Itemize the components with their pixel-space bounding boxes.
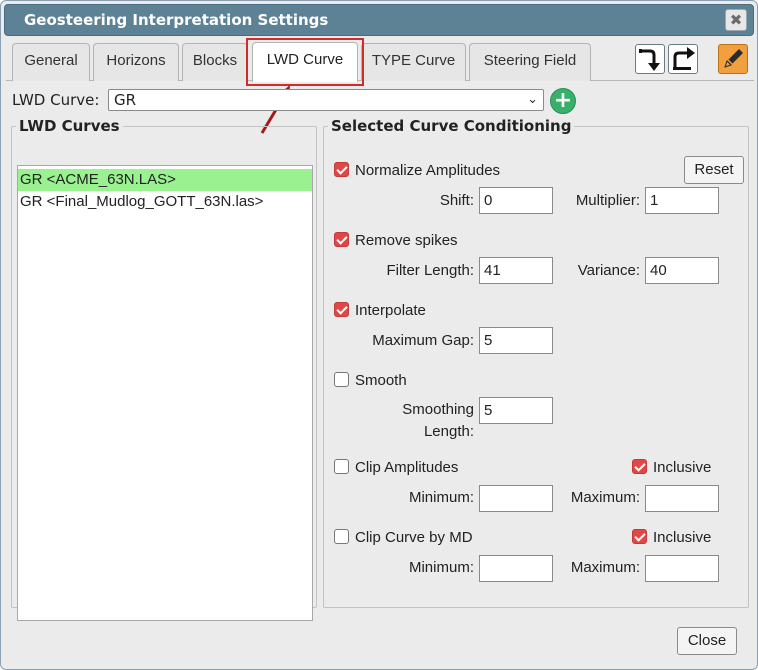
clip-amplitudes-min-label: Minimum: bbox=[408, 489, 474, 506]
close-icon[interactable]: ✖ bbox=[725, 9, 747, 31]
clip-md-inclusive-checkbox[interactable] bbox=[632, 529, 647, 544]
export-icon[interactable] bbox=[668, 44, 698, 74]
tab-type-curve[interactable]: TYPE Curve bbox=[361, 43, 466, 81]
reset-button[interactable]: Reset bbox=[684, 156, 744, 184]
filter-length-input[interactable]: 41 bbox=[479, 257, 553, 284]
smoothing-length-input[interactable]: 5 bbox=[479, 397, 553, 424]
clip-amplitudes-checkbox[interactable] bbox=[334, 459, 349, 474]
lwd-curve-select-value: GR bbox=[114, 91, 137, 109]
multiplier-label: Multiplier: bbox=[575, 192, 640, 209]
chevron-down-icon: ⌄ bbox=[527, 92, 538, 107]
clip-amplitudes-min-input[interactable] bbox=[479, 485, 553, 512]
smooth-label: Smooth bbox=[355, 372, 407, 389]
clip-amplitudes-label: Clip Amplitudes bbox=[355, 459, 459, 476]
variance-label: Variance: bbox=[577, 262, 640, 279]
clip-amplitudes-max-label: Maximum: bbox=[570, 489, 640, 506]
clip-md-label: Clip Curve by MD bbox=[355, 529, 473, 546]
annotation-highlight-box bbox=[246, 38, 364, 86]
shift-input[interactable]: 0 bbox=[479, 187, 553, 214]
smoothing-length-label-line1: Smoothing bbox=[402, 401, 474, 418]
conditioning-legend: Selected Curve Conditioning bbox=[331, 117, 572, 135]
variance-input[interactable]: 40 bbox=[645, 257, 719, 284]
remove-spikes-checkbox[interactable] bbox=[334, 232, 349, 247]
clip-md-min-input[interactable] bbox=[479, 555, 553, 582]
lwd-curves-legend: LWD Curves bbox=[19, 117, 120, 135]
remove-spikes-label: Remove spikes bbox=[355, 232, 458, 249]
max-gap-label: Maximum Gap: bbox=[372, 332, 474, 349]
normalize-label: Normalize Amplitudes bbox=[355, 162, 501, 179]
tab-steering-field[interactable]: Steering Field bbox=[469, 43, 591, 81]
lwd-curve-label: LWD Curve: bbox=[12, 91, 100, 109]
clip-md-max-label: Maximum: bbox=[570, 559, 640, 576]
clip-amplitudes-inclusive-label: Inclusive bbox=[653, 459, 712, 476]
interpolate-label: Interpolate bbox=[355, 302, 426, 319]
list-item[interactable]: GR <ACME_63N.LAS> bbox=[18, 169, 312, 191]
tab-general[interactable]: General bbox=[12, 43, 90, 81]
title-bar[interactable]: Geosteering Interpretation Settings ✖ bbox=[4, 4, 754, 36]
lwd-curve-select[interactable]: GR ⌄ bbox=[108, 89, 544, 111]
normalize-checkbox[interactable] bbox=[334, 162, 349, 177]
interpolate-checkbox[interactable] bbox=[334, 302, 349, 317]
edit-icon[interactable] bbox=[718, 44, 748, 74]
clip-md-checkbox[interactable] bbox=[334, 529, 349, 544]
smooth-checkbox[interactable] bbox=[334, 372, 349, 387]
lwd-curves-group: LWD Curves GR <ACME_63N.LAS> GR <Final_M… bbox=[11, 117, 317, 621]
list-item[interactable]: GR <Final_Mudlog_GOTT_63N.las> bbox=[18, 191, 312, 213]
smoothing-length-label-line2: Length: bbox=[423, 423, 474, 440]
settings-dialog: Geosteering Interpretation Settings ✖ Ge… bbox=[0, 0, 758, 670]
filter-length-label: Filter Length: bbox=[386, 262, 474, 279]
tab-horizons[interactable]: Horizons bbox=[93, 43, 179, 81]
multiplier-input[interactable]: 1 bbox=[645, 187, 719, 214]
shift-label: Shift: bbox=[439, 192, 474, 209]
close-button[interactable]: Close bbox=[677, 627, 737, 655]
clip-md-max-input[interactable] bbox=[645, 555, 719, 582]
lwd-curves-list[interactable]: GR <ACME_63N.LAS> GR <Final_Mudlog_GOTT_… bbox=[17, 165, 313, 621]
import-icon[interactable] bbox=[635, 44, 665, 74]
clip-amplitudes-max-input[interactable] bbox=[645, 485, 719, 512]
clip-md-inclusive-label: Inclusive bbox=[653, 529, 712, 546]
add-curve-button[interactable]: + bbox=[550, 88, 576, 114]
clip-md-min-label: Minimum: bbox=[408, 559, 474, 576]
clip-amplitudes-inclusive-checkbox[interactable] bbox=[632, 459, 647, 474]
max-gap-input[interactable]: 5 bbox=[479, 327, 553, 354]
window-title: Geosteering Interpretation Settings bbox=[24, 11, 329, 29]
tab-blocks[interactable]: Blocks bbox=[182, 43, 248, 81]
